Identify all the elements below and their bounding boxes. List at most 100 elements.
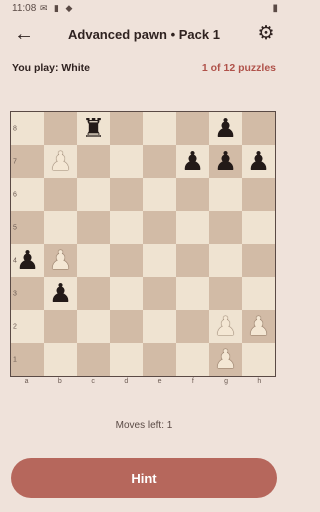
white-pawn-icon[interactable]: ♟	[209, 310, 242, 343]
square-g5[interactable]	[209, 211, 242, 244]
moves-left-label: Moves left: 1	[115, 420, 173, 431]
square-f6[interactable]	[176, 178, 209, 211]
square-e6[interactable]	[143, 178, 176, 211]
square-d8[interactable]	[110, 112, 143, 145]
square-g2[interactable]: ♟	[209, 310, 242, 343]
square-d4[interactable]	[110, 244, 143, 277]
square-b1[interactable]	[44, 343, 77, 376]
file-label: h	[257, 378, 262, 385]
square-h8[interactable]	[242, 112, 275, 145]
file-label: f	[191, 378, 194, 385]
battery-icon: ▮	[272, 3, 278, 14]
square-c7[interactable]	[77, 145, 110, 178]
black-pawn-icon[interactable]: ♟	[209, 145, 242, 178]
rank-label: 5	[13, 224, 17, 231]
square-b7[interactable]: ♟	[44, 145, 77, 178]
square-a6[interactable]: 6	[11, 178, 44, 211]
square-f3[interactable]	[176, 277, 209, 310]
hint-button[interactable]: Hint	[11, 458, 277, 498]
square-b8[interactable]	[44, 112, 77, 145]
square-b5[interactable]	[44, 211, 77, 244]
square-f7[interactable]: ♟	[176, 145, 209, 178]
puzzle-counter: 1 of 12 puzzles	[201, 62, 276, 74]
black-pawn-icon[interactable]: ♟	[44, 277, 77, 310]
page-title: Advanced pawn • Pack 1	[68, 27, 220, 42]
square-f1[interactable]	[176, 343, 209, 376]
square-h6[interactable]	[242, 178, 275, 211]
square-a3[interactable]: 3	[11, 277, 44, 310]
square-c1[interactable]	[77, 343, 110, 376]
square-d7[interactable]	[110, 145, 143, 178]
rank-label: 8	[13, 125, 17, 132]
square-g6[interactable]	[209, 178, 242, 211]
file-label: d	[124, 378, 129, 385]
square-c4[interactable]	[77, 244, 110, 277]
square-g8[interactable]: ♟	[209, 112, 242, 145]
white-pawn-icon[interactable]: ♟	[44, 244, 77, 277]
square-c6[interactable]	[77, 178, 110, 211]
square-c5[interactable]	[77, 211, 110, 244]
rank-label: 3	[13, 290, 17, 297]
square-e8[interactable]	[143, 112, 176, 145]
file-label: e	[157, 378, 162, 385]
file-label: a	[24, 378, 29, 385]
square-e2[interactable]	[143, 310, 176, 343]
white-pawn-icon[interactable]: ♟	[44, 145, 77, 178]
square-g4[interactable]	[209, 244, 242, 277]
file-labels: a b c d e f g h	[10, 378, 276, 388]
square-h1[interactable]	[242, 343, 275, 376]
square-f5[interactable]	[176, 211, 209, 244]
square-b2[interactable]	[44, 310, 77, 343]
app-bar: ← Advanced pawn • Pack 1 ⚙	[0, 18, 288, 52]
square-e1[interactable]	[143, 343, 176, 376]
puzzle-info: You play: White 1 of 12 puzzles	[12, 62, 276, 76]
square-d5[interactable]	[110, 211, 143, 244]
square-a1[interactable]: 1	[11, 343, 44, 376]
black-rook-icon[interactable]: ♜	[77, 112, 110, 145]
file-label: b	[57, 378, 62, 385]
square-h3[interactable]	[242, 277, 275, 310]
white-pawn-icon[interactable]: ♟	[242, 310, 275, 343]
black-pawn-icon[interactable]: ♟	[11, 244, 44, 277]
square-d2[interactable]	[110, 310, 143, 343]
square-c2[interactable]	[77, 310, 110, 343]
square-f8[interactable]	[176, 112, 209, 145]
square-e4[interactable]	[143, 244, 176, 277]
square-d1[interactable]	[110, 343, 143, 376]
rank-label: 2	[13, 323, 17, 330]
square-a2[interactable]: 2	[11, 310, 44, 343]
square-a4[interactable]: 4 ♟	[11, 244, 44, 277]
square-b6[interactable]	[44, 178, 77, 211]
square-h5[interactable]	[242, 211, 275, 244]
file-label: g	[224, 378, 229, 385]
square-c3[interactable]	[77, 277, 110, 310]
black-pawn-icon[interactable]: ♟	[209, 112, 242, 145]
square-e3[interactable]	[143, 277, 176, 310]
square-e7[interactable]	[143, 145, 176, 178]
square-d3[interactable]	[110, 277, 143, 310]
file-label: c	[91, 378, 95, 385]
square-c8[interactable]: ♜	[77, 112, 110, 145]
square-a5[interactable]: 5	[11, 211, 44, 244]
square-b4[interactable]: ♟	[44, 244, 77, 277]
square-h7[interactable]: ♟	[242, 145, 275, 178]
status-time: 11:08	[12, 3, 37, 14]
black-pawn-icon[interactable]: ♟	[176, 145, 209, 178]
square-g3[interactable]	[209, 277, 242, 310]
gear-icon[interactable]: ⚙	[254, 22, 278, 46]
square-h2[interactable]: ♟	[242, 310, 275, 343]
square-e5[interactable]	[143, 211, 176, 244]
square-g7[interactable]: ♟	[209, 145, 242, 178]
square-a8[interactable]: 8	[11, 112, 44, 145]
square-g1[interactable]: ♟	[209, 343, 242, 376]
black-pawn-icon[interactable]: ♟	[242, 145, 275, 178]
you-play-label: You play: White	[12, 62, 90, 74]
square-a7[interactable]: 7	[11, 145, 44, 178]
square-d6[interactable]	[110, 178, 143, 211]
square-f4[interactable]	[176, 244, 209, 277]
white-pawn-icon[interactable]: ♟	[209, 343, 242, 376]
chess-board[interactable]: 8 ♜ ♟ 7 ♟ ♟ ♟ ♟ 6 5 4 ♟ ♟ 3 ♟ 2 ♟ ♟ 1 ♟	[10, 111, 276, 377]
square-h4[interactable]	[242, 244, 275, 277]
square-f2[interactable]	[176, 310, 209, 343]
square-b3[interactable]: ♟	[44, 277, 77, 310]
